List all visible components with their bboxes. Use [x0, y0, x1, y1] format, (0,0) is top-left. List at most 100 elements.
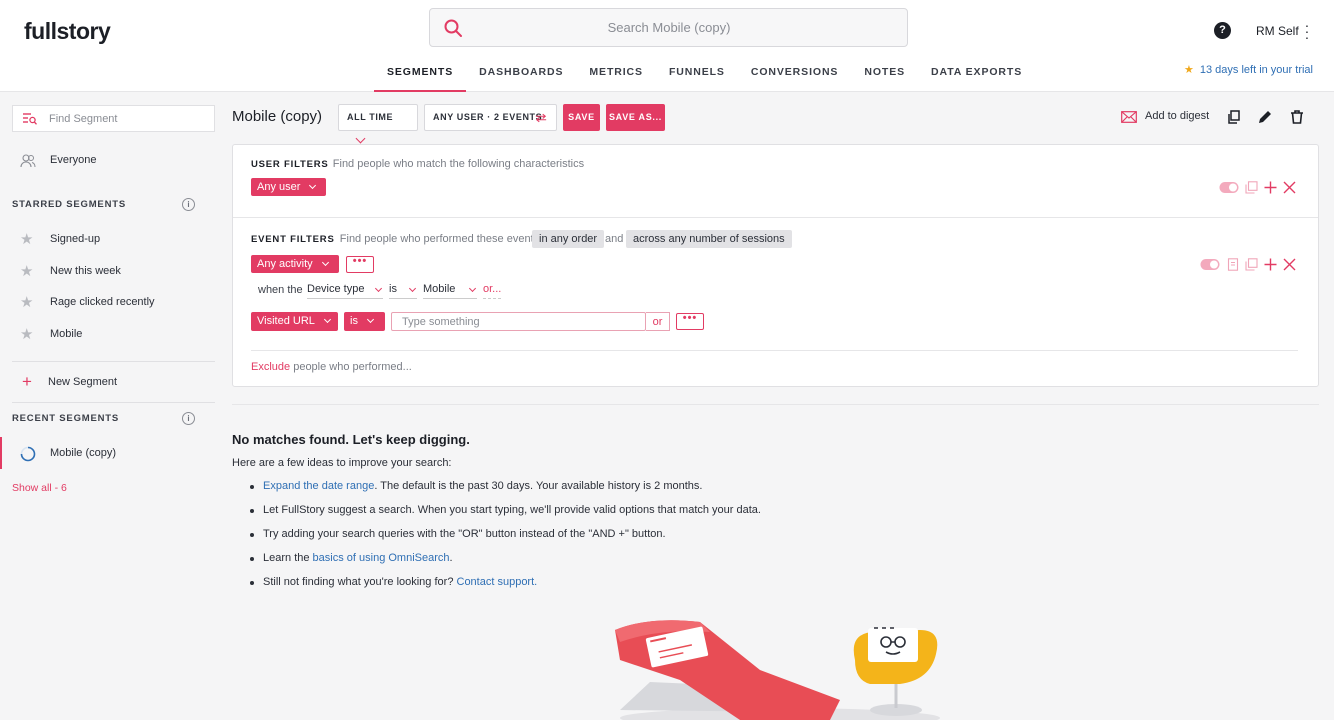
mail-icon[interactable]	[1121, 111, 1137, 123]
user-events-button[interactable]: ANY USER · 2 EVENTS	[424, 104, 557, 131]
list-item: Let FullStory suggest a search. When you…	[248, 504, 761, 528]
tab-data-exports[interactable]: DATA EXPORTS	[918, 58, 1035, 92]
tab-funnels[interactable]: FUNNELS	[656, 58, 738, 92]
sidebar-item-everyone[interactable]: Everyone	[0, 151, 216, 171]
list-item: Expand the date range. The default is th…	[248, 480, 761, 504]
close-icon[interactable]	[1283, 258, 1296, 271]
property-label: Device type	[307, 283, 365, 295]
order-option[interactable]: in any order	[532, 230, 605, 248]
tip-text: .	[449, 552, 453, 564]
close-icon[interactable]	[1283, 181, 1296, 194]
when-the-text: when the	[258, 284, 303, 296]
sidebar-item-label: Everyone	[50, 154, 97, 166]
sidebar-item-signed-up[interactable]: ★ Signed-up	[0, 230, 216, 250]
plus-icon: +	[22, 372, 32, 391]
sidebar-item-label: Rage clicked recently	[50, 296, 155, 308]
top-bar: fullstory ? RM Self ··· SEGMENTS DASHBOA…	[0, 0, 1334, 92]
user-filters-description-text: Find people who match the following char…	[332, 158, 585, 170]
divider	[233, 217, 1318, 218]
time-range-dropdown[interactable]: ALL TIME	[338, 104, 418, 144]
tab-segments[interactable]: SEGMENTS	[374, 58, 467, 92]
sessions-option[interactable]: across any number of sessions	[626, 230, 792, 248]
find-segment-box[interactable]	[12, 105, 215, 132]
list-item: Still not finding what you're looking fo…	[248, 576, 761, 600]
expand-date-range-link[interactable]: Expand the date range	[263, 480, 374, 492]
trash-icon[interactable]	[1290, 110, 1304, 124]
recent-item-mobile-copy[interactable]: Mobile (copy)	[0, 444, 216, 464]
tips-list: Expand the date range. The default is th…	[248, 480, 761, 600]
more-options-button[interactable]: •••	[676, 313, 704, 330]
sidebar-item-label: Mobile	[50, 328, 83, 340]
tip-text: . The default is the past 30 days. Your …	[374, 480, 703, 492]
url-operator-label: is	[350, 315, 358, 327]
property-dropdown[interactable]: Device type	[307, 283, 383, 299]
tab-dashboards[interactable]: DASHBOARDS	[466, 58, 576, 92]
people-icon	[20, 154, 36, 168]
trial-text[interactable]: 13 days left in your trial	[1200, 64, 1313, 76]
help-icon[interactable]: ?	[1214, 22, 1231, 39]
search-input[interactable]	[474, 9, 864, 46]
divider	[251, 350, 1298, 351]
copy-icon[interactable]	[1245, 181, 1258, 194]
tab-metrics[interactable]: METRICS	[576, 58, 656, 92]
save-button[interactable]: SAVE	[563, 104, 600, 131]
user-menu-name[interactable]: RM Self	[1256, 24, 1299, 38]
filter-search-icon	[23, 113, 37, 125]
event-filters-description: · Find people who performed these events	[330, 233, 540, 245]
contact-support-link[interactable]: Contact support.	[457, 576, 538, 588]
info-icon[interactable]: i	[182, 412, 195, 425]
or-link[interactable]: or...	[483, 283, 501, 299]
bookmark-icon[interactable]	[1227, 258, 1240, 271]
exclude-link[interactable]: Exclude	[251, 361, 290, 373]
edit-pencil-icon[interactable]	[1258, 110, 1272, 124]
any-user-dropdown[interactable]: Any user	[251, 178, 326, 196]
add-to-digest-button[interactable]: Add to digest	[1145, 110, 1209, 122]
sidebar: Everyone STARRED SEGMENTS i ★ Signed-up …	[0, 93, 216, 720]
and-text: and	[605, 233, 624, 245]
find-segment-input[interactable]	[49, 106, 209, 131]
value-dropdown[interactable]: Mobile	[423, 283, 477, 299]
user-filters-header: USER FILTERS	[251, 159, 329, 170]
sidebar-item-mobile[interactable]: ★ Mobile	[0, 325, 216, 345]
duplicate-icon[interactable]	[1227, 110, 1241, 124]
sidebar-item-new-this-week[interactable]: ★ New this week	[0, 262, 216, 282]
operator-dropdown[interactable]: is	[389, 283, 417, 299]
omnisearch-basics-link[interactable]: basics of using OmniSearch	[313, 552, 450, 564]
omnisearch[interactable]	[429, 8, 908, 47]
info-icon[interactable]: i	[182, 198, 195, 211]
url-operator-dropdown[interactable]: is	[344, 312, 385, 331]
user-filters-description: · Find people who match the following ch…	[323, 158, 585, 170]
visited-url-dropdown[interactable]: Visited URL	[251, 312, 338, 331]
toggle-switch[interactable]	[1219, 181, 1239, 194]
chevron-down-icon	[355, 133, 366, 144]
copy-icon[interactable]	[1245, 258, 1258, 271]
any-user-label: Any user	[257, 181, 301, 193]
chevron-down-icon	[321, 258, 329, 267]
plus-icon[interactable]	[1264, 258, 1277, 271]
more-options-button[interactable]: •••	[346, 256, 374, 273]
url-value-input[interactable]	[391, 312, 646, 331]
starred-segments-header: STARRED SEGMENTS	[12, 199, 126, 210]
new-segment-button[interactable]: + New Segment	[0, 373, 216, 393]
tip-text: Still not finding what you're looking fo…	[263, 576, 457, 588]
any-activity-dropdown[interactable]: Any activity	[251, 255, 339, 273]
chevron-down-icon	[374, 284, 383, 293]
no-matches-subtitle: Here are a few ideas to improve your sea…	[232, 457, 452, 469]
plus-icon[interactable]	[1264, 181, 1277, 194]
fullstory-logo[interactable]: fullstory	[24, 18, 111, 45]
or-button[interactable]: or	[646, 312, 670, 331]
chevron-down-icon	[309, 181, 317, 190]
tip-text: Learn the	[263, 552, 313, 564]
trial-link[interactable]: ★ 13 days left in your trial	[1184, 63, 1313, 76]
tab-conversions[interactable]: CONVERSIONS	[738, 58, 852, 92]
kebab-menu-icon[interactable]: · · ·	[1302, 18, 1312, 44]
save-as-button[interactable]: SAVE AS...	[606, 104, 665, 131]
show-all-link[interactable]: Show all - 6	[12, 482, 67, 494]
any-activity-label: Any activity	[257, 258, 313, 270]
toggle-switch[interactable]	[1200, 258, 1220, 271]
segment-title[interactable]: Mobile (copy)	[232, 108, 322, 125]
sidebar-item-rage-clicked[interactable]: ★ Rage clicked recently	[0, 293, 216, 313]
tab-notes[interactable]: NOTES	[851, 58, 918, 92]
exclude-row: Exclude people who performed...	[251, 361, 412, 373]
sidebar-item-label: New this week	[50, 265, 121, 277]
